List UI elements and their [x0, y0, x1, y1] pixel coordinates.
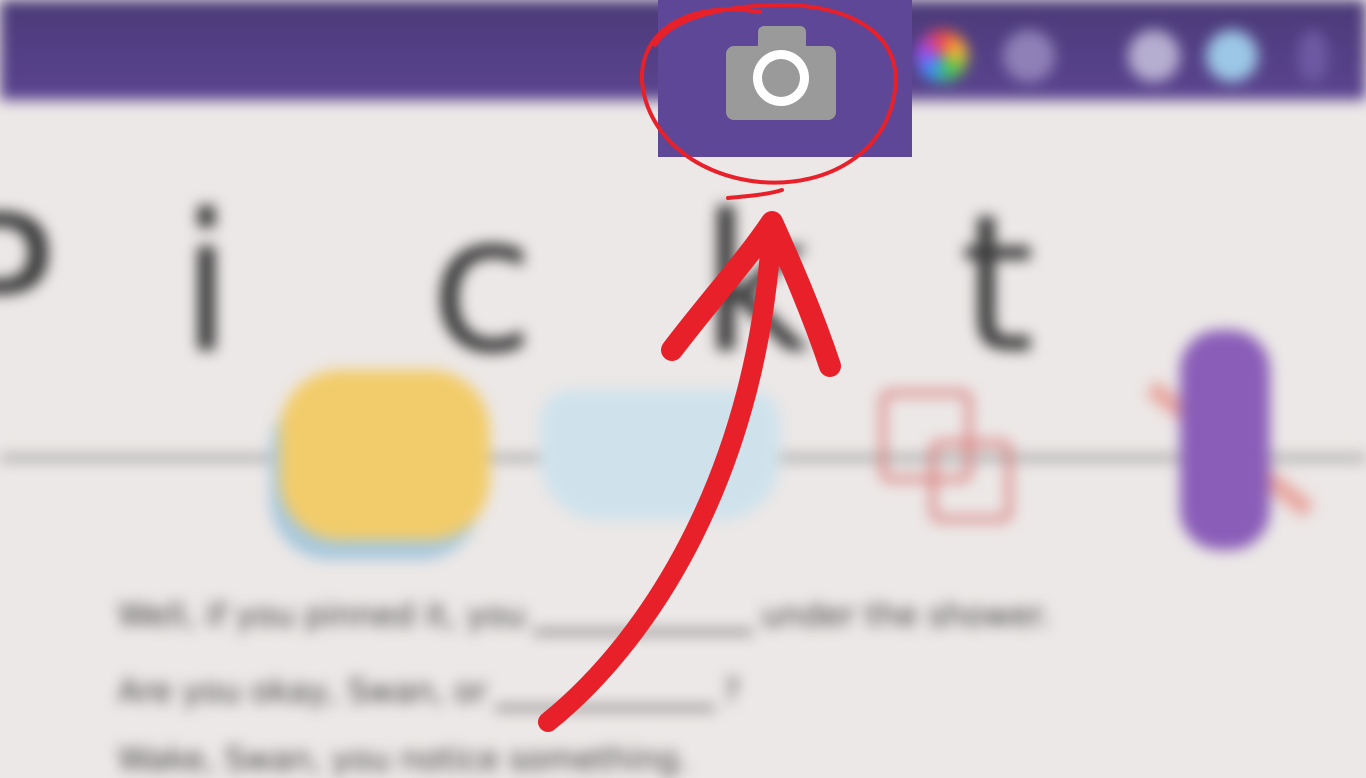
- annotation-circle: [639, 2, 898, 185]
- annotation-arrow-shaft: [538, 212, 782, 732]
- red-annotation: [538, 2, 898, 732]
- annotation-circle-tail: [726, 188, 784, 200]
